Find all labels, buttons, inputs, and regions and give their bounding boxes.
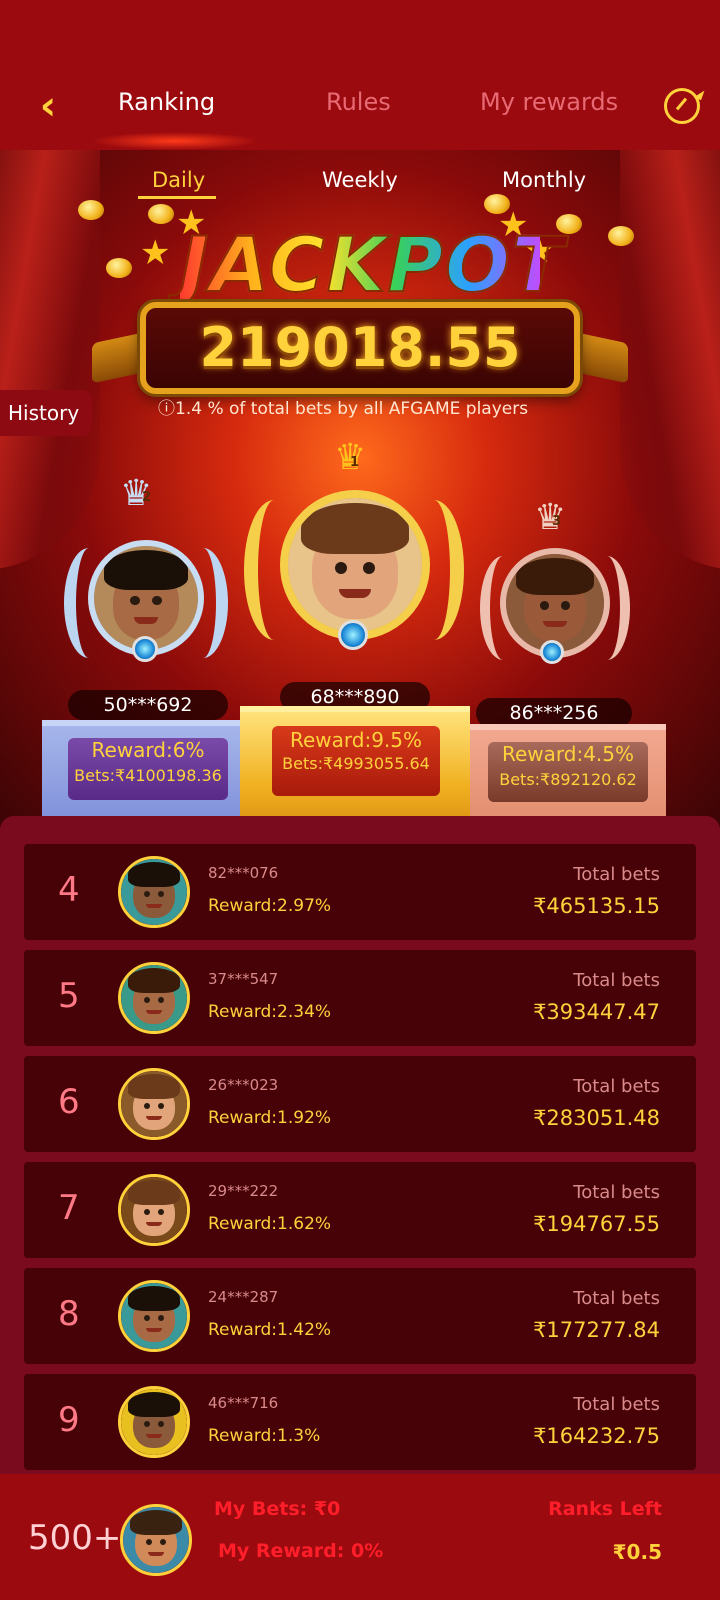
- crown-rank-number: 2: [142, 490, 152, 505]
- podium-reward-3: Reward:4.5%: [501, 742, 635, 766]
- podium-bets-2: Bets:₹4100198.36: [74, 766, 222, 785]
- total-bets-value: ₹164232.75: [533, 1424, 660, 1448]
- rank-number: 5: [58, 976, 80, 1016]
- ranks-left-label: Ranks Left: [548, 1498, 662, 1520]
- gem-icon: [132, 636, 158, 662]
- my-rank-number: 500+: [28, 1518, 122, 1558]
- reward-percent: Reward:2.34%: [208, 1002, 332, 1022]
- total-bets-label: Total bets: [573, 1182, 660, 1203]
- top-bar: ‹ Ranking Rules My rewards: [0, 0, 720, 150]
- rank-number: 9: [58, 1400, 80, 1440]
- curtain-right: [620, 150, 720, 570]
- my-bets: My Bets: ₹0: [214, 1498, 341, 1520]
- player-id: 26***023: [208, 1076, 279, 1094]
- ranks-left-value: ₹0.5: [612, 1540, 662, 1564]
- avatar: [118, 1280, 190, 1352]
- player-id: 24***287: [208, 1288, 279, 1306]
- list-item[interactable]: 4 82***076 Reward:2.97% Total bets ₹4651…: [24, 844, 696, 940]
- star-icon: ★: [140, 233, 171, 273]
- crown-icon: ♛: [534, 497, 567, 538]
- player-id: 37***547: [208, 970, 279, 988]
- list-item[interactable]: 7 29***222 Reward:1.62% Total bets ₹1947…: [24, 1162, 696, 1258]
- tab-rules[interactable]: Rules: [326, 88, 391, 116]
- rank-number: 4: [58, 870, 80, 910]
- gem-icon: [338, 620, 368, 650]
- my-rank-bar: 500+ My Bets: ₹0 My Reward: 0% Ranks Lef…: [0, 1474, 720, 1600]
- crown-rank-number: 3: [552, 514, 562, 529]
- total-bets-label: Total bets: [573, 1076, 660, 1097]
- podium-reward-1: Reward:9.5%: [289, 728, 423, 752]
- period-tab-weekly[interactable]: Weekly: [322, 168, 398, 192]
- avatar-rank-1[interactable]: [280, 490, 430, 640]
- total-bets-label: Total bets: [573, 864, 660, 885]
- list-item[interactable]: 8 24***287 Reward:1.42% Total bets ₹1772…: [24, 1268, 696, 1364]
- crown-rank-number: 1: [350, 455, 360, 470]
- total-bets-value: ₹177277.84: [533, 1318, 660, 1342]
- reward-percent: Reward:1.62%: [208, 1214, 332, 1234]
- jackpot-amount: 219018.55: [199, 316, 521, 379]
- gem-icon: [540, 640, 564, 664]
- player-id: 29***222: [208, 1182, 279, 1200]
- period-tab-daily[interactable]: Daily: [152, 168, 205, 192]
- list-item[interactable]: 9 46***716 Reward:1.3% Total bets ₹16423…: [24, 1374, 696, 1470]
- rank-number: 6: [58, 1082, 80, 1122]
- podium-bets-3: Bets:₹892120.62: [499, 770, 637, 789]
- coin-icon: [608, 226, 634, 246]
- reward-percent: Reward:1.92%: [208, 1108, 332, 1128]
- period-active-underline: [138, 196, 216, 199]
- jackpot-title: JACKPOT: [179, 219, 566, 310]
- reward-percent: Reward:1.3%: [208, 1426, 321, 1446]
- jackpot-note: ⓘ1.4 % of total bets by all AFGAME playe…: [158, 399, 529, 419]
- total-bets-value: ₹194767.55: [533, 1212, 660, 1236]
- reward-percent: Reward:2.97%: [208, 896, 332, 916]
- history-button[interactable]: History: [0, 390, 92, 436]
- player-id: 82***076: [208, 864, 279, 882]
- avatar: [118, 962, 190, 1034]
- my-avatar[interactable]: [120, 1504, 192, 1576]
- coin-icon: [148, 204, 174, 224]
- total-bets-value: ₹283051.48: [533, 1106, 660, 1130]
- total-bets-label: Total bets: [573, 970, 660, 991]
- avatar: [118, 856, 190, 928]
- player-id-rank-2: 50***692: [68, 690, 228, 720]
- avatar: [118, 1174, 190, 1246]
- list-item[interactable]: 6 26***023 Reward:1.92% Total bets ₹2830…: [24, 1056, 696, 1152]
- period-tab-monthly[interactable]: Monthly: [502, 168, 586, 192]
- tab-ranking[interactable]: Ranking: [118, 88, 215, 116]
- reward-percent: Reward:1.42%: [208, 1320, 332, 1340]
- total-bets-value: ₹393447.47: [533, 1000, 660, 1024]
- list-item[interactable]: 5 37***547 Reward:2.34% Total bets ₹3934…: [24, 950, 696, 1046]
- back-arrow-icon[interactable]: ‹: [28, 86, 68, 126]
- podium-bets-1: Bets:₹4993055.64: [282, 754, 430, 773]
- my-reward: My Reward: 0%: [218, 1540, 384, 1562]
- coin-icon: [78, 200, 104, 220]
- total-bets-label: Total bets: [573, 1288, 660, 1309]
- coin-icon: [106, 258, 132, 278]
- total-bets-value: ₹465135.15: [533, 894, 660, 918]
- active-tab-glow: [90, 132, 260, 150]
- tab-my-rewards[interactable]: My rewards: [480, 88, 618, 116]
- avatar: [118, 1386, 190, 1458]
- rank-number: 8: [58, 1294, 80, 1334]
- total-bets-label: Total bets: [573, 1394, 660, 1415]
- player-id: 46***716: [208, 1394, 279, 1412]
- avatar: [118, 1068, 190, 1140]
- rank-number: 7: [58, 1188, 80, 1228]
- podium-reward-2: Reward:6%: [91, 738, 205, 762]
- refresh-icon[interactable]: [664, 88, 700, 124]
